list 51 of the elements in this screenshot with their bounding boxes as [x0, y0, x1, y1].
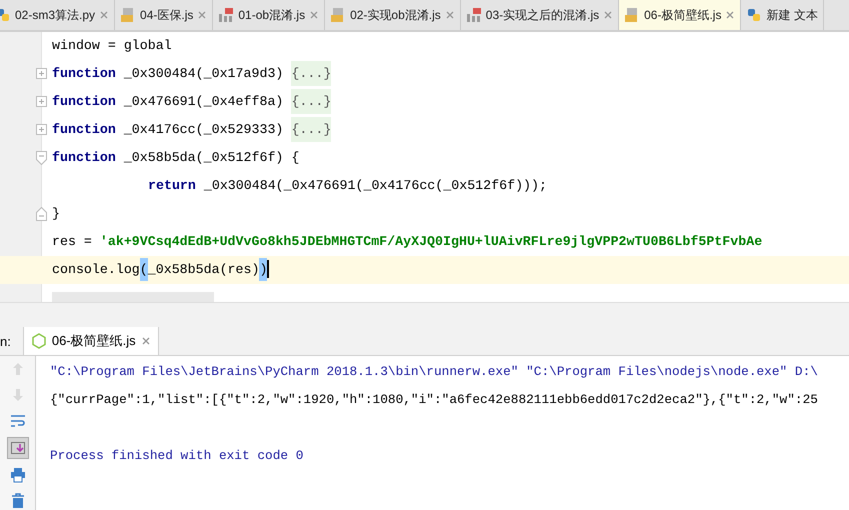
- collapse-icon[interactable]: [36, 207, 47, 221]
- scrollbar-thumb[interactable]: [52, 292, 214, 302]
- close-icon[interactable]: [444, 10, 455, 20]
- code-text: function _0x4176cc(_0x529333) {...}: [52, 116, 332, 144]
- code-text: function _0x300484(_0x17a9d3) {...}: [52, 60, 332, 88]
- collapse-icon[interactable]: [36, 151, 47, 165]
- tab-label: 03-实现之后的混淆.js: [486, 6, 600, 24]
- close-icon[interactable]: [140, 336, 151, 346]
- hexagon-icon: [30, 333, 47, 349]
- close-icon[interactable]: [309, 10, 320, 20]
- close-icon[interactable]: [197, 10, 208, 20]
- code-text: function _0x58b5da(_0x512f6f) {: [52, 149, 300, 167]
- close-icon[interactable]: [725, 10, 736, 20]
- python-file-icon: [746, 7, 762, 23]
- close-icon[interactable]: [99, 10, 110, 20]
- binary-js-file-icon: [466, 7, 482, 23]
- tab-label: 06-极简壁纸.js: [52, 332, 136, 350]
- trash-icon: [10, 493, 26, 509]
- toolbar-button[interactable]: [6, 437, 28, 459]
- file-tab[interactable]: 新建 文本: [741, 0, 824, 30]
- run-label: n:: [0, 334, 11, 348]
- expand-icon[interactable]: [36, 96, 47, 107]
- tab-label: 02-实现ob混淆.js: [350, 6, 441, 24]
- file-tab[interactable]: 02-sm3算法.py: [0, 0, 116, 30]
- tab-label: 04-医保.js: [140, 6, 194, 24]
- file-tab[interactable]: 06-极简壁纸.js: [619, 0, 742, 30]
- code-text: window = global: [52, 37, 172, 55]
- console-line: "C:\Program Files\JetBrains\PyCharm 2018.1.3\bin\runnerw.exe" "C:\Program Files\nodejs\node.exe" D:\: [50, 364, 818, 379]
- tab-label: 01-ob混淆.js: [238, 6, 306, 24]
- wrap-icon: [10, 413, 26, 429]
- tab-label: 06-极简壁纸.js: [644, 6, 722, 24]
- scroll-to-end-icon: [10, 440, 26, 456]
- code-text: res = 'ak+9VCsq4dEdB+UdVvGo8kh5JDEbMHGTCmF/AyXJQ0IgHU+lUAivRFLre9jlgVPP2wTU0B6Lbf5PtFvbAe: [52, 233, 762, 251]
- tab-label: 02-sm3算法.py: [15, 6, 96, 24]
- code-text: function _0x476691(_0x4eff8a) {...}: [52, 88, 332, 116]
- file-tab[interactable]: 01-ob混淆.js: [213, 0, 326, 30]
- binary-js-file-icon: [218, 7, 234, 23]
- code-text: return _0x300484(_0x476691(_0x4176cc(_0x512f6f)));: [147, 177, 547, 195]
- file-tab[interactable]: 04-医保.js: [115, 0, 214, 30]
- console-line: {"currPage":1,"list":[{"t":2,"w":1920,"h":1080,"i":"a6fec42e882111ebb6edd017c2d2eca2"},{"t":2,"w":25: [50, 392, 818, 407]
- file-tab[interactable]: 02-实现ob混淆.js: [325, 0, 461, 30]
- console-line: Process finished with exit code 0: [50, 448, 304, 463]
- close-icon[interactable]: [603, 10, 614, 20]
- printer-icon: [10, 467, 26, 483]
- expand-icon[interactable]: [36, 68, 47, 79]
- tab-label: 新建 文本: [766, 6, 818, 24]
- code-text: }: [52, 205, 60, 223]
- code-text: console.log(_0x58b5da(res)): [52, 256, 270, 284]
- splitter-bar[interactable]: [0, 302, 849, 327]
- expand-icon[interactable]: [36, 124, 47, 135]
- run-tab[interactable]: 06-极简壁纸.js: [22, 327, 159, 355]
